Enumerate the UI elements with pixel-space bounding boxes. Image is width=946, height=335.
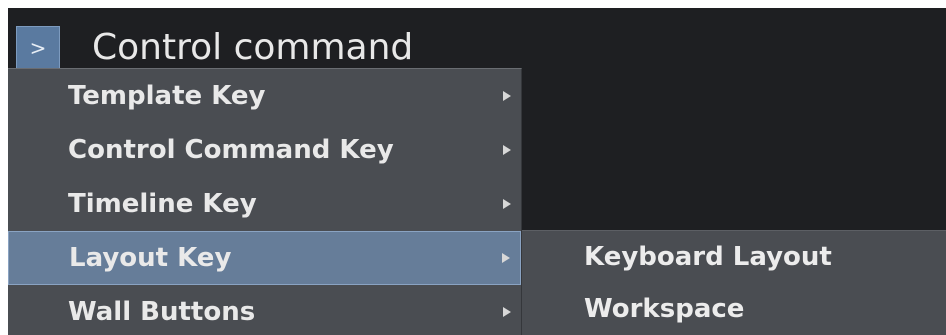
- page-title: Control command: [92, 27, 414, 68]
- menu-item-template-key[interactable]: Template Key: [8, 69, 521, 123]
- menu-item-control-command-key[interactable]: Control Command Key: [8, 123, 521, 177]
- menu-item-label: Timeline Key: [68, 189, 257, 219]
- submenu-arrow-icon: [503, 199, 511, 209]
- submenu-arrow-icon: [503, 307, 511, 317]
- app-window: > Control command Template Key Control C…: [8, 8, 946, 335]
- menu-item-layout-key[interactable]: Layout Key: [8, 231, 521, 285]
- submenu-arrow-icon: [503, 91, 511, 101]
- submenu-item-workspace[interactable]: Workspace: [522, 283, 946, 335]
- menu-item-label: Layout Key: [69, 243, 232, 273]
- menu-item-wall-buttons[interactable]: Wall Buttons: [8, 285, 521, 335]
- context-menu: Template Key Control Command Key Timelin…: [8, 68, 522, 335]
- menu-item-label: Control Command Key: [68, 135, 394, 165]
- menu-item-label: Template Key: [68, 81, 266, 111]
- chevron-right-icon: >: [29, 36, 47, 60]
- layout-key-submenu: Keyboard Layout Workspace: [522, 230, 946, 335]
- menu-item-label: Wall Buttons: [68, 297, 256, 327]
- submenu-item-label: Keyboard Layout: [584, 242, 832, 272]
- expand-button[interactable]: >: [16, 26, 60, 70]
- menu-item-timeline-key[interactable]: Timeline Key: [8, 177, 521, 231]
- submenu-item-keyboard-layout[interactable]: Keyboard Layout: [522, 231, 946, 283]
- submenu-arrow-icon: [503, 145, 511, 155]
- submenu-item-label: Workspace: [584, 294, 745, 324]
- submenu-arrow-icon: [502, 253, 510, 263]
